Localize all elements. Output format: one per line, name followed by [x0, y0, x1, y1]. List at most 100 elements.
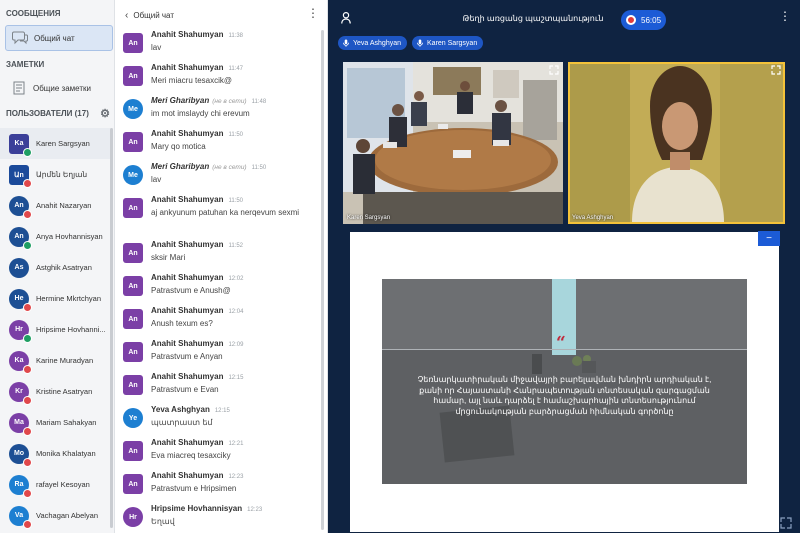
user-list-item[interactable]: Hr Hripsime Hovhanni...	[0, 314, 110, 345]
message-body: Anahit Shahumyan 12:23 Patrastvum e Hripsi…	[151, 471, 243, 504]
message-time: 12:23	[247, 507, 263, 513]
message-text: Patrastvum e Anyan	[151, 352, 223, 361]
user-list-item[interactable]: Ka Karine Muradyan	[0, 345, 110, 376]
message-body: Meri Gharibyan (не в сети) 11:48 im mot ims…	[151, 96, 266, 129]
message-body: Anahit Shahumyan 11:38 lav	[151, 30, 243, 63]
muted-mic-icon	[23, 178, 32, 188]
message-text: Patrastvum e Hripsimen	[151, 484, 237, 493]
speaker-name: Karen Sargsyan	[427, 39, 478, 47]
message-time: 11:38	[228, 33, 244, 39]
chat-message: Me Meri Gharibyan (не в сети) 11:48 im mot i…	[115, 96, 320, 129]
participants-icon[interactable]	[341, 12, 351, 24]
avatar: Va	[9, 505, 32, 529]
general-notes-label: Общие заметки	[33, 83, 91, 93]
chat-scrollbar[interactable]	[321, 30, 324, 530]
message-time: 11:50	[228, 198, 244, 204]
offline-status: (не в сети)	[212, 98, 247, 105]
message-time: 12:21	[228, 441, 244, 447]
user-list-item[interactable]: An Anya Hovhannisyan	[0, 221, 110, 252]
user-list-item[interactable]: He Hermine Mkrtchyan	[0, 283, 110, 314]
message-text: Meri miacru tesaxcik@	[151, 76, 233, 85]
chat-message: An Anahit Shahumyan 12:21 Eva miacreq tesax…	[115, 438, 320, 471]
message-author: Anahit Shahumyan	[151, 372, 224, 381]
avatar: Kr	[9, 381, 32, 405]
message-body: Anahit Shahumyan 12:21 Eva miacreq tesaxci…	[151, 438, 243, 471]
user-list-item[interactable]: An Anahit Nazaryan	[0, 190, 110, 221]
chat-message: An Anahit Shahumyan 12:02 Patrastvum e Anus…	[115, 273, 320, 306]
message-body: Anahit Shahumyan 12:04 Anush texum es?	[151, 306, 243, 339]
notes-icon	[11, 80, 27, 96]
avatar: Ka	[9, 133, 32, 157]
message-time: 12:15	[228, 375, 244, 381]
quote-icon: “	[556, 333, 566, 353]
conference-menu-icon[interactable]: ⋮	[779, 10, 791, 22]
muted-mic-icon	[23, 395, 32, 405]
avatar: Me	[123, 165, 143, 185]
message-time: 12:15	[214, 408, 230, 414]
avatar: Hr	[9, 319, 32, 343]
video-tile-yeva[interactable]: Yeva Ashghyan	[568, 62, 785, 224]
user-list-scrollbar[interactable]	[110, 128, 113, 528]
user-name: rafayel Kesoyan	[36, 480, 90, 489]
general-notes-item[interactable]: Общие заметки	[5, 75, 113, 101]
video-tile-karen[interactable]: Karen Sargsyan	[343, 62, 563, 224]
message-author: Anahit Shahumyan	[151, 240, 224, 249]
expand-icon[interactable]	[549, 65, 559, 75]
user-list-item[interactable]: Va Vachagan Abelyan	[0, 500, 110, 531]
conference-area: Թեղի առցանց պաշտպանություն 56:05 ⋮ Yeva …	[328, 0, 800, 533]
user-name: Anya Hovhannisyan	[36, 232, 103, 241]
user-list-item[interactable]: Kr Kristine Asatryan	[0, 376, 110, 407]
message-author: Anahit Shahumyan	[151, 30, 224, 39]
avatar: He	[9, 288, 32, 312]
user-list-item[interactable]: Mo Monika Khalatyan	[0, 438, 110, 469]
message-body: Anahit Shahumyan 11:47 Meri miacru tesaxci…	[151, 63, 243, 96]
message-author: Meri Gharibyan	[151, 96, 210, 105]
message-time: 11:48	[251, 99, 267, 105]
user-list-item[interactable]: As Astghik Asatryan	[0, 252, 110, 283]
general-chat-item[interactable]: Общий чат	[5, 25, 113, 51]
avatar: An	[9, 195, 32, 219]
user-name: Արմեն Եղյան	[36, 170, 88, 179]
back-chevron-icon[interactable]: ‹	[125, 10, 128, 21]
message-author: Anahit Shahumyan	[151, 195, 224, 204]
chat-message: An Anahit Shahumyan 11:50 Mary qo motica	[115, 129, 320, 162]
speaker-video	[570, 64, 783, 222]
avatar: As	[9, 257, 29, 278]
users-header: ПОЛЬЗОВАТЕЛИ (17) ⚙	[0, 105, 114, 121]
message-text: im mot imslaydy chi erevum	[151, 109, 250, 118]
message-time: 11:52	[228, 243, 244, 249]
general-chat-label: Общий чат	[34, 33, 75, 43]
user-list-item[interactable]: Աn Արմեն Եղյան	[0, 159, 110, 190]
message-text: Patrastvum e Evan	[151, 385, 219, 394]
fullscreen-icon[interactable]	[780, 517, 792, 529]
message-body: Anahit Shahumyan 12:09 Patrastvum e Anyan	[151, 339, 243, 372]
avatar: An	[123, 243, 143, 263]
chat-message: An Anahit Shahumyan 12:23 Patrastvum e Hrip…	[115, 471, 320, 504]
message-author: Hripsime Hovhannisyan	[151, 504, 243, 513]
chat-panel: ‹ Общий чат ⋮ An Anahit Shahumyan 11:38 lav…	[115, 0, 328, 533]
user-list-item[interactable]: Ka Karen Sargsyan	[0, 128, 110, 159]
recording-timer[interactable]: 56:05	[621, 10, 666, 30]
user-name: Mariam Sahakyan	[36, 418, 97, 427]
muted-mic-icon	[23, 457, 32, 467]
message-text: Mary qo motica	[151, 142, 206, 151]
user-name: Kristine Asatryan	[36, 387, 93, 396]
user-name: Hermine Mkrtchyan	[36, 294, 102, 303]
presentation-panel: − “ Չեռնարկատիրական միջավայրի բարելավման…	[350, 231, 780, 532]
minimize-button[interactable]: −	[758, 231, 780, 246]
expand-icon[interactable]	[771, 65, 781, 75]
chat-message: An Anahit Shahumyan 12:04 Anush texum es?	[115, 306, 320, 339]
muted-mic-icon	[23, 488, 32, 498]
speaker-chip: Karen Sargsyan	[412, 36, 484, 50]
muted-mic-icon	[23, 519, 32, 529]
message-body: Anahit Shahumyan 11:52 sksir Mari	[151, 240, 243, 273]
chat-menu-icon[interactable]: ⋮	[307, 7, 319, 19]
message-time: 12:04	[228, 309, 244, 315]
user-list-item[interactable]: Ma Mariam Sahakyan	[0, 407, 110, 438]
chat-message: An Anahit Shahumyan 11:52 sksir Mari	[115, 240, 320, 273]
avatar: Աn	[9, 164, 32, 188]
avatar: Ra	[9, 474, 32, 498]
message-author: Anahit Shahumyan	[151, 438, 224, 447]
user-list-item[interactable]: Ra rafayel Kesoyan	[0, 469, 110, 500]
gear-icon[interactable]: ⚙	[100, 107, 110, 120]
